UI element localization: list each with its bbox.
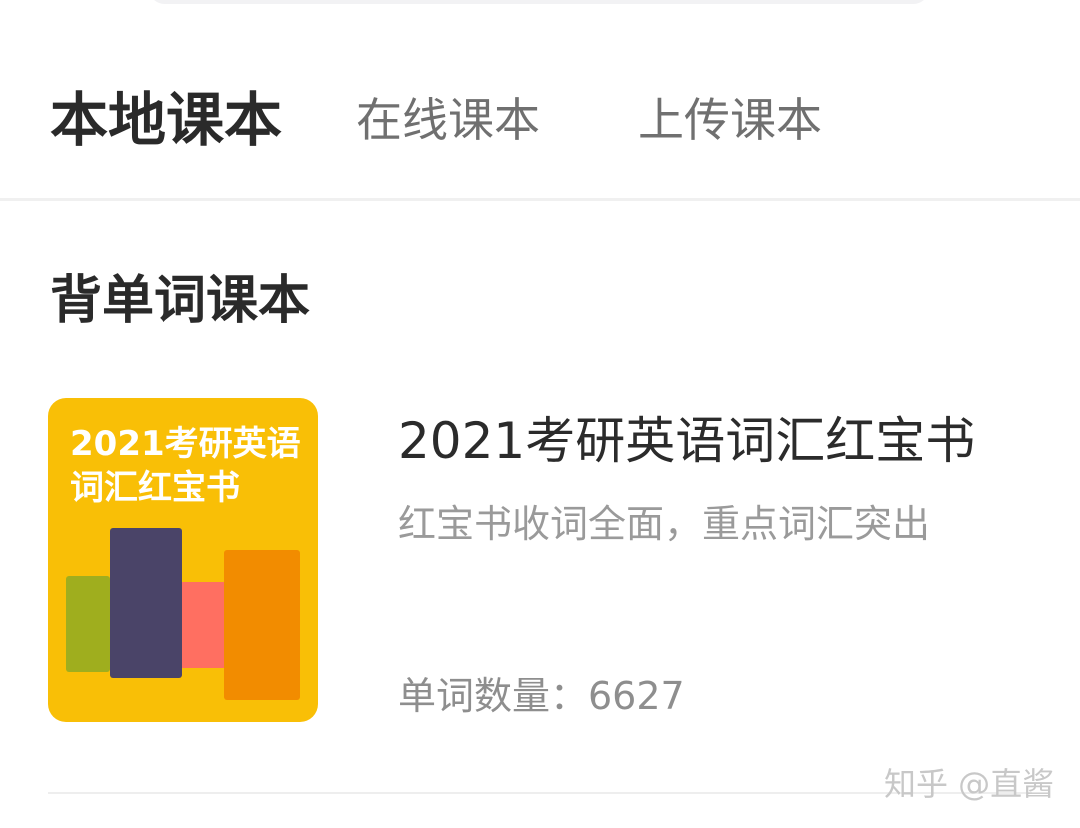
cover-book-orange — [224, 550, 300, 700]
word-count: 单词数量：6627 — [398, 674, 685, 718]
book-title: 2021考研英语词汇红宝书 — [398, 412, 976, 470]
watermark: 知乎 @直酱 — [884, 765, 1055, 803]
book-description: 红宝书收词全面，重点词汇突出 — [398, 502, 931, 546]
cover-book-green — [66, 576, 110, 672]
tab-online-textbooks[interactable]: 在线课本 — [356, 80, 540, 160]
search-bar[interactable] — [148, 0, 930, 4]
tab-upload-textbooks[interactable]: 上传课本 — [638, 80, 822, 160]
book-list-item[interactable]: 2021考研英语词汇红宝书 2021考研英语词汇红宝书 红宝书收词全面，重点词汇… — [48, 398, 1032, 724]
cover-book-purple — [110, 528, 182, 678]
tab-local-textbooks[interactable]: 本地课本 — [50, 80, 282, 160]
cover-title: 2021考研英语词汇红宝书 — [70, 424, 301, 508]
tabs-divider — [0, 198, 1080, 201]
textbook-tabs: 本地课本 在线课本 上传课本 — [0, 70, 1080, 170]
cover-book-red — [182, 582, 224, 668]
section-title: 背单词课本 — [50, 271, 311, 331]
book-cover: 2021考研英语词汇红宝书 — [48, 398, 318, 722]
